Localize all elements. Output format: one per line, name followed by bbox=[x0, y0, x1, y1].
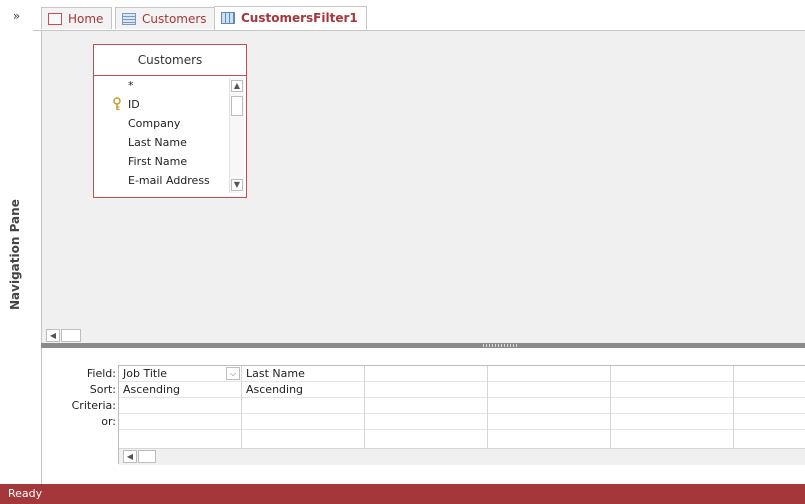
criteria-cell[interactable] bbox=[611, 398, 733, 414]
scroll-thumb[interactable] bbox=[61, 329, 81, 342]
grid-row-labels: Field: Sort: Criteria: or: bbox=[42, 366, 116, 430]
field-cell[interactable] bbox=[611, 366, 733, 382]
field-label: * bbox=[128, 79, 134, 92]
field-cell[interactable] bbox=[365, 366, 487, 382]
or-cell[interactable] bbox=[611, 414, 733, 430]
scroll-down-icon[interactable]: ▼ bbox=[231, 179, 243, 191]
field-item[interactable]: Company bbox=[94, 114, 229, 133]
tab-label: Home bbox=[68, 12, 104, 26]
query-table-pane[interactable]: Customers * ID Company Last Name First N… bbox=[41, 31, 805, 343]
field-list: * ID Company Last Name First Name E-mail… bbox=[94, 76, 229, 195]
sort-cell[interactable]: Ascending bbox=[242, 382, 364, 398]
scroll-up-icon[interactable]: ▲ bbox=[231, 80, 243, 92]
row-label-criteria: Criteria: bbox=[71, 399, 116, 412]
or-cell[interactable] bbox=[119, 414, 241, 430]
field-cell[interactable] bbox=[734, 366, 805, 382]
primary-key-icon bbox=[113, 97, 121, 111]
navigation-pane-label[interactable]: Navigation Pane bbox=[8, 199, 22, 310]
expand-nav-pane-button[interactable]: » bbox=[0, 6, 33, 26]
criteria-cell[interactable] bbox=[734, 398, 805, 414]
row-label-field: Field: bbox=[86, 367, 116, 380]
sort-cell[interactable] bbox=[734, 382, 805, 398]
tab-customers[interactable]: Customers bbox=[115, 7, 216, 29]
criteria-cell[interactable] bbox=[365, 398, 487, 414]
row-label-or: or: bbox=[101, 415, 116, 428]
field-label: First Name bbox=[128, 155, 188, 168]
document-area: Home Customers CustomersFilter1 Customer… bbox=[33, 0, 805, 484]
sort-cell[interactable] bbox=[488, 382, 610, 398]
splitter-grip-icon[interactable] bbox=[483, 344, 519, 347]
or-cell[interactable] bbox=[365, 414, 487, 430]
customers-table-field-list[interactable]: Customers * ID Company Last Name First N… bbox=[93, 44, 247, 198]
row-label-sort: Sort: bbox=[89, 383, 116, 396]
sort-cell[interactable] bbox=[611, 382, 733, 398]
chevron-down-icon[interactable]: ⌵ bbox=[226, 367, 240, 380]
field-item[interactable]: ID bbox=[94, 95, 229, 114]
criteria-cell[interactable] bbox=[119, 398, 241, 414]
document-tab-strip: Home Customers CustomersFilter1 bbox=[33, 0, 805, 31]
grid-hscrollbar[interactable]: ◀ bbox=[119, 448, 805, 465]
field-item[interactable]: Last Name bbox=[94, 133, 229, 152]
tab-label: CustomersFilter1 bbox=[241, 11, 358, 25]
grid-column bbox=[611, 366, 734, 448]
scroll-thumb[interactable] bbox=[138, 450, 156, 463]
tab-label: Customers bbox=[142, 12, 207, 26]
grid-column bbox=[734, 366, 805, 448]
scroll-left-icon[interactable]: ◀ bbox=[46, 329, 60, 342]
sort-cell[interactable]: Ascending bbox=[119, 382, 241, 398]
or-cell[interactable] bbox=[488, 414, 610, 430]
criteria-cell[interactable] bbox=[242, 398, 364, 414]
cell-value: Job Title bbox=[123, 367, 168, 380]
or-cell[interactable] bbox=[242, 414, 364, 430]
or-cell[interactable] bbox=[734, 414, 805, 430]
tab-customersfilter1[interactable]: CustomersFilter1 bbox=[214, 6, 367, 30]
grid-column: Job Title ⌵ Ascending bbox=[119, 366, 242, 448]
query-design-grid-pane: Field: Sort: Criteria: or: Job Title ⌵ As… bbox=[41, 348, 805, 484]
table-pane-hscrollbar[interactable]: ◀ bbox=[42, 328, 805, 343]
sort-cell[interactable] bbox=[365, 382, 487, 398]
field-cell[interactable] bbox=[488, 366, 610, 382]
field-cell[interactable]: Job Title ⌵ bbox=[119, 366, 241, 382]
field-label: ID bbox=[128, 98, 140, 111]
table-title[interactable]: Customers bbox=[94, 45, 246, 76]
form-icon bbox=[48, 13, 62, 25]
scroll-thumb[interactable] bbox=[231, 96, 243, 116]
tab-home[interactable]: Home bbox=[41, 7, 113, 29]
navigation-pane[interactable]: » Navigation Pane bbox=[0, 0, 34, 484]
field-list-scrollbar[interactable]: ▲ ▼ bbox=[229, 78, 244, 193]
grid-column bbox=[365, 366, 488, 448]
field-label: Last Name bbox=[128, 136, 187, 149]
grid-column bbox=[488, 366, 611, 448]
grid-column: Last Name Ascending bbox=[242, 366, 365, 448]
field-cell[interactable]: Last Name bbox=[242, 366, 364, 382]
design-grid: Job Title ⌵ Ascending Last Name Ascending bbox=[118, 365, 805, 465]
field-item[interactable]: First Name bbox=[94, 152, 229, 171]
field-label: Company bbox=[128, 117, 181, 130]
field-item[interactable]: * bbox=[94, 76, 229, 95]
query-icon bbox=[221, 12, 235, 24]
status-text: Ready bbox=[8, 487, 43, 500]
field-item[interactable]: E-mail Address bbox=[94, 171, 229, 190]
table-icon bbox=[122, 13, 136, 25]
field-label: E-mail Address bbox=[128, 174, 210, 187]
scroll-left-icon[interactable]: ◀ bbox=[123, 450, 137, 463]
status-bar: Ready bbox=[0, 484, 805, 504]
criteria-cell[interactable] bbox=[488, 398, 610, 414]
